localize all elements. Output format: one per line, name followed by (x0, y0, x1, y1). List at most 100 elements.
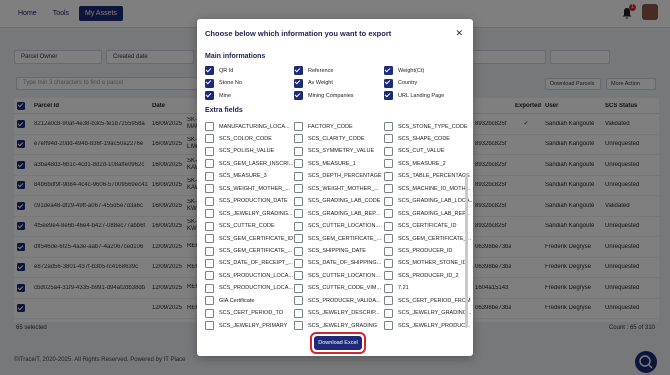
extra-field-option[interactable]: SCS_CUT_VALUE (384, 146, 444, 156)
extra-field-option[interactable]: SCS_JEWELRY_DESCRIP... (294, 308, 380, 318)
extra-field-checkbox[interactable] (294, 196, 303, 206)
extra-field-option[interactable]: SCS_DATE_OF_RECEIPT_... (205, 258, 293, 268)
main-field-option[interactable]: Country (384, 78, 417, 88)
extra-field-option[interactable]: SCS_MEASURE_1 (294, 159, 356, 169)
extra-field-checkbox[interactable] (294, 296, 303, 306)
extra-field-checkbox[interactable] (205, 159, 214, 169)
extra-field-checkbox[interactable] (205, 196, 214, 206)
extra-field-option[interactable]: SCS_GRADING_LAB_REP... (294, 209, 380, 219)
extra-field-option[interactable]: SCS_JEWELRY_GRADING... (384, 308, 472, 318)
extra-field-checkbox[interactable] (205, 296, 214, 306)
extra-field-checkbox[interactable] (294, 246, 303, 256)
main-field-checkbox[interactable] (384, 66, 393, 75)
extra-field-option[interactable]: SCS_MEASURE_2 (384, 159, 446, 169)
extra-field-option[interactable]: SCS_POLISH_VALUE (205, 146, 274, 156)
extra-field-option[interactable]: FACTORY_CODE (294, 122, 353, 131)
extra-field-checkbox[interactable] (384, 258, 393, 268)
extra-field-option[interactable]: SCS_CERT_PERIOD_TO (205, 308, 283, 318)
extra-field-checkbox[interactable] (384, 221, 393, 231)
extra-field-option[interactable]: 7.21 (384, 283, 409, 293)
extra-field-checkbox[interactable] (205, 246, 214, 256)
extra-field-checkbox[interactable] (205, 122, 214, 131)
extra-field-checkbox[interactable] (384, 171, 393, 181)
extra-field-checkbox[interactable] (384, 271, 393, 281)
extra-field-option[interactable]: SCS_JEWELRY_PRIMARY (205, 321, 287, 331)
extra-field-option[interactable]: SCS_DATE_OF_SHIPPING... (294, 258, 381, 268)
extra-field-checkbox[interactable] (205, 234, 214, 244)
extra-field-option[interactable]: SCS_PRODUCER_ID (384, 246, 452, 256)
extra-field-option[interactable]: SCS_TABLE_PERCENTAGE (384, 171, 470, 181)
extra-field-checkbox[interactable] (294, 134, 303, 144)
main-field-checkbox[interactable] (205, 78, 214, 88)
main-field-checkbox[interactable] (205, 66, 214, 75)
extra-field-checkbox[interactable] (384, 184, 393, 194)
extra-field-checkbox[interactable] (205, 146, 214, 156)
extra-field-option[interactable]: SCS_JEWELRY_PRODUC... (384, 321, 470, 331)
extra-field-checkbox[interactable] (294, 308, 303, 318)
extra-field-checkbox[interactable] (294, 159, 303, 169)
extra-field-checkbox[interactable] (384, 308, 393, 318)
extra-field-checkbox[interactable] (205, 321, 214, 331)
main-field-option[interactable]: Stone No (205, 78, 242, 88)
download-excel-button[interactable]: Download Excel (314, 336, 362, 350)
extra-field-checkbox[interactable] (205, 209, 214, 219)
extra-field-checkbox[interactable] (294, 283, 303, 293)
extra-field-option[interactable]: SCS_GEM_CERTIFICATE_ID (205, 234, 293, 244)
extra-field-option[interactable]: SCS_JEWELRY_GRADING (294, 321, 377, 331)
main-field-option[interactable]: QR Id (205, 66, 233, 75)
main-field-checkbox[interactable] (294, 91, 303, 100)
extra-field-checkbox[interactable] (294, 234, 303, 244)
extra-field-checkbox[interactable] (205, 184, 214, 194)
extra-field-checkbox[interactable] (384, 283, 393, 293)
extra-field-checkbox[interactable] (294, 122, 303, 131)
extra-field-checkbox[interactable] (384, 122, 393, 131)
extra-field-option[interactable]: SCS_WEIGHT_MOTHER_... (205, 184, 290, 194)
extra-fields-scrollbar[interactable] (465, 173, 468, 328)
extra-field-checkbox[interactable] (384, 134, 393, 144)
extra-field-checkbox[interactable] (205, 271, 214, 281)
extra-field-option[interactable]: SCS_DEPTH_PERCENTAGE (294, 171, 382, 181)
extra-field-option[interactable]: SCS_CERT_PERIOD_FROM (384, 296, 471, 306)
extra-field-checkbox[interactable] (294, 184, 303, 194)
main-field-option[interactable]: URL Landing Page (384, 91, 444, 100)
main-field-option[interactable]: Av Weight (294, 78, 333, 88)
extra-field-option[interactable]: SCS_PRODUCTION_LOCA... (205, 271, 293, 281)
extra-field-option[interactable]: SCS_MOTHER_STONE_ID (384, 258, 467, 268)
main-field-option[interactable]: Reference (294, 66, 333, 75)
extra-field-checkbox[interactable] (205, 258, 214, 268)
extra-field-checkbox[interactable] (384, 321, 393, 331)
extra-field-option[interactable]: SCS_CUTTER_LOCATION... (294, 221, 380, 231)
extra-field-option[interactable]: SCS_GEM_CERTIFICATE_... (205, 246, 292, 256)
extra-field-option[interactable]: MANUFACTURING_LOCA... (205, 122, 290, 131)
extra-field-option[interactable]: SCS_GEM_CERTIFICATE_... (294, 234, 381, 244)
main-field-checkbox[interactable] (205, 91, 214, 100)
extra-field-checkbox[interactable] (294, 209, 303, 219)
extra-field-option[interactable]: SCS_GEM_LASER_INSCRI... (205, 159, 293, 169)
close-icon[interactable]: ✕ (455, 28, 463, 39)
extra-field-checkbox[interactable] (384, 159, 393, 169)
extra-field-checkbox[interactable] (384, 196, 393, 206)
extra-field-checkbox[interactable] (205, 221, 214, 231)
extra-field-checkbox[interactable] (384, 234, 393, 244)
extra-field-option[interactable]: SCS_STONE_TYPE_CODE (384, 122, 468, 131)
main-field-checkbox[interactable] (384, 78, 393, 88)
extra-field-option[interactable]: SCS_SYMMETRY_VALUE (294, 146, 374, 156)
extra-field-checkbox[interactable] (205, 134, 214, 144)
extra-field-option[interactable]: SCS_PRODUCER_ID_2 (384, 271, 459, 281)
extra-field-option[interactable]: SCS_CUTTER_CODE_VIM... (294, 283, 381, 293)
extra-field-checkbox[interactable] (205, 171, 214, 181)
extra-field-checkbox[interactable] (294, 271, 303, 281)
extra-field-option[interactable]: SCS_SHIPPING_DATE (294, 246, 366, 256)
extra-field-option[interactable]: SCS_MACHINE_ID_MOTH... (384, 184, 470, 194)
extra-field-checkbox[interactable] (294, 258, 303, 268)
main-field-checkbox[interactable] (294, 66, 303, 75)
extra-field-option[interactable]: SCS_CLARITY_CODE (294, 134, 365, 144)
extra-field-option[interactable]: SCS_PRODUCER_VALIDA... (294, 296, 381, 306)
extra-field-checkbox[interactable] (384, 296, 393, 306)
extra-field-checkbox[interactable] (384, 146, 393, 156)
extra-field-option[interactable]: SCS_PRODUCTION_LOCA... (205, 283, 293, 293)
extra-field-option[interactable]: SCS_CUTTER_LOCATION... (294, 271, 380, 281)
extra-field-checkbox[interactable] (294, 221, 303, 231)
main-field-checkbox[interactable] (294, 78, 303, 88)
extra-field-option[interactable]: SCS_CUTTER_CODE (205, 221, 275, 231)
